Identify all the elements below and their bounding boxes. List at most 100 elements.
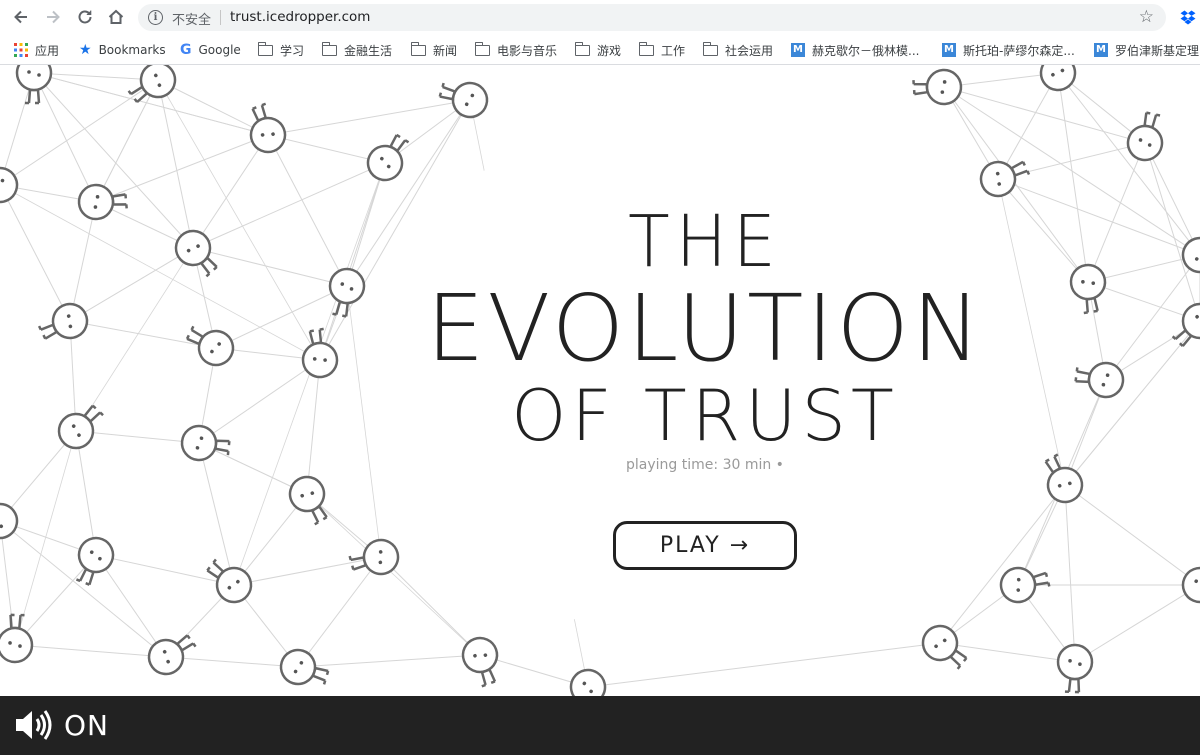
security-label: 不安全 xyxy=(172,13,212,28)
play-button[interactable]: PLAY → xyxy=(613,521,797,570)
character-head xyxy=(77,183,115,221)
character-head xyxy=(0,166,19,204)
back-arrow-icon xyxy=(14,10,27,24)
character-icon xyxy=(206,558,253,604)
network-line xyxy=(233,556,382,586)
character-icon xyxy=(0,613,34,664)
character-body xyxy=(308,327,324,346)
bookmark-rybczynski[interactable]: M 罗伯津斯基定理 xyxy=(1094,41,1199,59)
network-line xyxy=(95,554,167,658)
character-icon xyxy=(999,566,1051,604)
character-head xyxy=(215,566,253,604)
network-line xyxy=(33,72,159,81)
character-head xyxy=(15,65,53,92)
game-splash: THE EVOLUTION OF TRUST playing time: 30 … xyxy=(0,65,1200,696)
network-line xyxy=(1057,72,1089,283)
network-line xyxy=(14,430,77,646)
bookmark-folder-news[interactable]: 新闻 xyxy=(410,41,458,59)
dropbox-icon[interactable] xyxy=(1180,9,1196,25)
bookmark-folder-games[interactable]: 游戏 xyxy=(574,41,621,59)
character-icon xyxy=(180,424,231,462)
character-head xyxy=(999,566,1037,604)
title-line-of-trust: OF TRUST xyxy=(511,375,899,457)
character-icon xyxy=(301,327,339,379)
character-icon xyxy=(279,648,330,686)
character-icon xyxy=(1171,302,1200,347)
bookmark-folder-movies[interactable]: 电影与音乐 xyxy=(474,41,557,59)
bookmark-google[interactable]: G Google xyxy=(180,41,241,59)
bookmark-label: 罗伯津斯基定理 xyxy=(1115,43,1200,58)
folder-icon xyxy=(474,41,490,56)
character-icon xyxy=(912,68,963,106)
forward-arrow-icon xyxy=(47,10,60,24)
bookmark-folder-social[interactable]: 社会运用 xyxy=(702,41,773,59)
character-head xyxy=(1087,361,1125,399)
network-line xyxy=(1064,484,1076,663)
network-line xyxy=(157,79,194,249)
character-head xyxy=(249,116,287,154)
network-line xyxy=(95,554,235,586)
sound-bar: ON xyxy=(0,696,1200,755)
divider xyxy=(220,10,221,25)
character-body xyxy=(1064,677,1081,694)
network-line xyxy=(0,79,159,186)
network-line xyxy=(380,556,481,656)
bookmark-label: Google xyxy=(198,43,241,57)
character-head xyxy=(279,648,317,686)
star-icon: ★ xyxy=(79,42,92,58)
character-icon xyxy=(37,302,89,340)
network-line xyxy=(943,86,1146,144)
character-head xyxy=(979,160,1017,198)
folder-icon xyxy=(702,41,718,56)
title-line-evolution: EVOLUTION xyxy=(426,275,984,382)
title-line-the: THE xyxy=(628,201,782,284)
url-text[interactable]: trust.icedropper.com xyxy=(230,9,370,25)
bookmark-bookmarks[interactable]: ★ Bookmarks xyxy=(79,41,166,59)
back-button[interactable] xyxy=(10,6,32,28)
info-icon[interactable]: i xyxy=(148,10,163,25)
bookmark-label: 赫克歇尔－俄林模... xyxy=(812,43,920,58)
character-body xyxy=(912,80,929,96)
network-line xyxy=(0,184,71,322)
character-icon xyxy=(1181,566,1200,604)
bookmark-label: 学习 xyxy=(280,43,305,58)
character-icon xyxy=(75,536,115,586)
apps-grid-icon xyxy=(14,43,28,57)
character-icon xyxy=(0,166,19,204)
bookmark-star-icon[interactable]: ☆ xyxy=(1139,7,1154,27)
playing-time: playing time: 30 min • xyxy=(626,457,784,473)
bookmark-folder-finance[interactable]: 金融生活 xyxy=(321,41,392,59)
network-line xyxy=(33,72,97,203)
bookmark-label: 新闻 xyxy=(433,43,458,58)
character-icon xyxy=(328,267,366,318)
character-head xyxy=(569,668,607,696)
character-head xyxy=(77,536,115,574)
character-icon xyxy=(979,160,1031,198)
bookmark-apps[interactable]: 应用 xyxy=(14,41,59,59)
m-icon: M xyxy=(1094,43,1108,57)
bookmark-stolper-samuelson[interactable]: M 斯托珀-萨缪尔森定... xyxy=(942,41,1075,59)
character-head xyxy=(1039,65,1077,92)
m-icon: M xyxy=(791,43,805,57)
bookmark-folder-work[interactable]: 工作 xyxy=(638,41,686,59)
bookmark-hos-model[interactable]: M 赫克歇尔－俄林模... xyxy=(791,41,919,59)
character-head xyxy=(174,229,212,267)
network-line xyxy=(1144,142,1200,322)
character-eye xyxy=(27,70,31,74)
bookmark-label: 工作 xyxy=(661,43,686,58)
network-line xyxy=(306,359,321,495)
network-line xyxy=(75,430,97,556)
reload-button[interactable] xyxy=(74,6,96,28)
home-button[interactable] xyxy=(105,6,127,28)
address-bar[interactable]: i 不安全 trust.icedropper.com ☆ xyxy=(138,4,1166,31)
bookmark-folder-study[interactable]: 学习 xyxy=(257,41,305,59)
character-icon xyxy=(57,404,104,450)
network-line xyxy=(267,134,348,287)
network-line xyxy=(587,642,941,688)
network-line xyxy=(14,644,167,658)
folder-icon xyxy=(257,41,273,56)
network-line xyxy=(1087,142,1146,283)
forward-button[interactable] xyxy=(42,6,64,28)
character-head xyxy=(328,267,366,305)
sound-toggle-button[interactable]: ON xyxy=(14,704,109,746)
